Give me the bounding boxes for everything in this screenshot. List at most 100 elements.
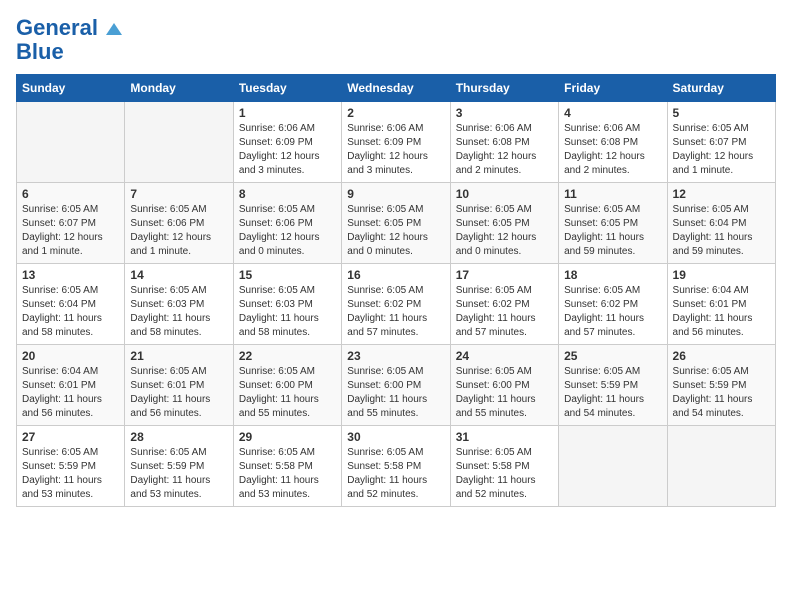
day-info: Sunrise: 6:05 AM Sunset: 6:04 PM Dayligh… (22, 284, 119, 340)
weekday-header-wednesday: Wednesday (342, 75, 450, 102)
calendar-cell: 30 Sunrise: 6:05 AM Sunset: 5:58 PM Dayli… (342, 426, 450, 507)
day-info: Sunrise: 6:05 AM Sunset: 5:58 PM Dayligh… (456, 446, 553, 502)
weekday-header-friday: Friday (559, 75, 667, 102)
day-number: 31 (456, 430, 553, 444)
calendar-cell: 17Sunrise: 6:05 AM Sunset: 6:02 PM Dayli… (450, 264, 558, 345)
day-info: Sunrise: 6:05 AM Sunset: 5:59 PM Dayligh… (673, 365, 770, 421)
day-number: 30 (347, 430, 444, 444)
logo-line2: Blue (16, 40, 64, 64)
day-info: Sunrise: 6:05 AM Sunset: 6:03 PM Dayligh… (239, 284, 336, 340)
day-number: 9 (347, 187, 444, 201)
calendar-cell (559, 426, 667, 507)
calendar-cell: 14 Sunrise: 6:05 AM Sunset: 6:03 PM Dayli… (125, 264, 233, 345)
day-info: Sunrise: 6:05 AM Sunset: 6:06 PM Dayligh… (130, 203, 227, 259)
calendar-cell: 25 Sunrise: 6:05 AM Sunset: 5:59 PM Dayli… (559, 345, 667, 426)
day-info: Sunrise: 6:05 AM Sunset: 5:58 PM Dayligh… (239, 446, 336, 502)
day-number: 11 (564, 187, 661, 201)
day-number: 7 (130, 187, 227, 201)
day-info: Sunrise: 6:05 AM Sunset: 5:58 PM Dayligh… (347, 446, 444, 502)
day-number: 26 (673, 349, 770, 363)
day-number: 21 (130, 349, 227, 363)
calendar-cell: 24 Sunrise: 6:05 AM Sunset: 6:00 PM Dayli… (450, 345, 558, 426)
calendar-cell: 31 Sunrise: 6:05 AM Sunset: 5:58 PM Dayli… (450, 426, 558, 507)
calendar-cell: 16 Sunrise: 6:05 AM Sunset: 6:02 PM Dayli… (342, 264, 450, 345)
day-number: 12 (673, 187, 770, 201)
day-info: Sunrise: 6:05 AM Sunset: 5:59 PM Dayligh… (130, 446, 227, 502)
calendar-cell: 22 Sunrise: 6:05 AM Sunset: 6:00 PM Dayli… (233, 345, 341, 426)
calendar-cell: 8Sunrise: 6:05 AM Sunset: 6:06 PM Daylig… (233, 183, 341, 264)
day-info: Sunrise: 6:05 AM Sunset: 6:06 PM Dayligh… (239, 203, 336, 259)
calendar-cell: 3 Sunrise: 6:06 AM Sunset: 6:08 PM Daylig… (450, 102, 558, 183)
day-info: Sunrise: 6:06 AM Sunset: 6:09 PM Dayligh… (239, 122, 336, 178)
calendar-cell: 28 Sunrise: 6:05 AM Sunset: 5:59 PM Dayli… (125, 426, 233, 507)
day-number: 6 (22, 187, 119, 201)
calendar-cell: 9 Sunrise: 6:05 AM Sunset: 6:05 PM Daylig… (342, 183, 450, 264)
day-number: 3 (456, 106, 553, 120)
day-number: 15 (239, 268, 336, 282)
day-info: Sunrise: 6:04 AM Sunset: 6:01 PM Dayligh… (22, 365, 119, 421)
day-number: 28 (130, 430, 227, 444)
day-number: 2 (347, 106, 444, 120)
day-info: Sunrise: 6:05 AM Sunset: 6:03 PM Dayligh… (130, 284, 227, 340)
day-info: Sunrise: 6:05 AM Sunset: 6:01 PM Dayligh… (130, 365, 227, 421)
calendar-cell: 19Sunrise: 6:04 AM Sunset: 6:01 PM Dayli… (667, 264, 775, 345)
day-info: Sunrise: 6:05 AM Sunset: 6:05 PM Dayligh… (347, 203, 444, 259)
page-header: General Blue (16, 16, 776, 64)
day-info: Sunrise: 6:05 AM Sunset: 6:05 PM Dayligh… (456, 203, 553, 259)
day-number: 4 (564, 106, 661, 120)
day-info: Sunrise: 6:04 AM Sunset: 6:01 PM Dayligh… (673, 284, 770, 340)
day-number: 10 (456, 187, 553, 201)
day-info: Sunrise: 6:06 AM Sunset: 6:08 PM Dayligh… (456, 122, 553, 178)
calendar-cell: 12 Sunrise: 6:05 AM Sunset: 6:04 PM Dayli… (667, 183, 775, 264)
day-info: Sunrise: 6:05 AM Sunset: 6:00 PM Dayligh… (456, 365, 553, 421)
day-number: 5 (673, 106, 770, 120)
weekday-header-saturday: Saturday (667, 75, 775, 102)
calendar-cell (667, 426, 775, 507)
day-number: 23 (347, 349, 444, 363)
day-number: 29 (239, 430, 336, 444)
calendar-cell: 26 Sunrise: 6:05 AM Sunset: 5:59 PM Dayli… (667, 345, 775, 426)
calendar-cell: 15 Sunrise: 6:05 AM Sunset: 6:03 PM Dayli… (233, 264, 341, 345)
day-info: Sunrise: 6:05 AM Sunset: 6:02 PM Dayligh… (456, 284, 553, 340)
calendar-cell: 23 Sunrise: 6:05 AM Sunset: 6:00 PM Dayli… (342, 345, 450, 426)
day-info: Sunrise: 6:05 AM Sunset: 6:00 PM Dayligh… (347, 365, 444, 421)
day-info: Sunrise: 6:06 AM Sunset: 6:08 PM Dayligh… (564, 122, 661, 178)
day-info: Sunrise: 6:06 AM Sunset: 6:09 PM Dayligh… (347, 122, 444, 178)
calendar-table: SundayMondayTuesdayWednesdayThursdayFrid… (16, 74, 776, 507)
day-info: Sunrise: 6:05 AM Sunset: 5:59 PM Dayligh… (22, 446, 119, 502)
day-number: 24 (456, 349, 553, 363)
day-info: Sunrise: 6:05 AM Sunset: 6:02 PM Dayligh… (347, 284, 444, 340)
calendar-cell: 2 Sunrise: 6:06 AM Sunset: 6:09 PM Daylig… (342, 102, 450, 183)
day-number: 22 (239, 349, 336, 363)
calendar-cell: 29 Sunrise: 6:05 AM Sunset: 5:58 PM Dayli… (233, 426, 341, 507)
day-number: 25 (564, 349, 661, 363)
calendar-cell: 21 Sunrise: 6:05 AM Sunset: 6:01 PM Dayli… (125, 345, 233, 426)
calendar-cell: 4 Sunrise: 6:06 AM Sunset: 6:08 PM Daylig… (559, 102, 667, 183)
logo: General Blue (16, 16, 122, 64)
calendar-cell: 13Sunrise: 6:05 AM Sunset: 6:04 PM Dayli… (17, 264, 125, 345)
calendar-cell: 1 Sunrise: 6:06 AM Sunset: 6:09 PM Daylig… (233, 102, 341, 183)
calendar-cell (17, 102, 125, 183)
weekday-header-sunday: Sunday (17, 75, 125, 102)
day-info: Sunrise: 6:05 AM Sunset: 6:07 PM Dayligh… (22, 203, 119, 259)
day-info: Sunrise: 6:05 AM Sunset: 5:59 PM Dayligh… (564, 365, 661, 421)
day-info: Sunrise: 6:05 AM Sunset: 6:04 PM Dayligh… (673, 203, 770, 259)
day-info: Sunrise: 6:05 AM Sunset: 6:05 PM Dayligh… (564, 203, 661, 259)
calendar-cell: 27 Sunrise: 6:05 AM Sunset: 5:59 PM Dayli… (17, 426, 125, 507)
calendar-cell: 5 Sunrise: 6:05 AM Sunset: 6:07 PM Daylig… (667, 102, 775, 183)
weekday-header-monday: Monday (125, 75, 233, 102)
day-number: 18 (564, 268, 661, 282)
day-number: 20 (22, 349, 119, 363)
calendar-cell: 6 Sunrise: 6:05 AM Sunset: 6:07 PM Daylig… (17, 183, 125, 264)
day-number: 27 (22, 430, 119, 444)
calendar-cell: 7 Sunrise: 6:05 AM Sunset: 6:06 PM Daylig… (125, 183, 233, 264)
calendar-cell: 20 Sunrise: 6:04 AM Sunset: 6:01 PM Dayli… (17, 345, 125, 426)
day-info: Sunrise: 6:05 AM Sunset: 6:07 PM Dayligh… (673, 122, 770, 178)
day-info: Sunrise: 6:05 AM Sunset: 6:00 PM Dayligh… (239, 365, 336, 421)
logo-text: General (16, 16, 122, 40)
calendar-cell: 10 Sunrise: 6:05 AM Sunset: 6:05 PM Dayli… (450, 183, 558, 264)
weekday-header-thursday: Thursday (450, 75, 558, 102)
day-number: 16 (347, 268, 444, 282)
day-number: 14 (130, 268, 227, 282)
day-number: 1 (239, 106, 336, 120)
